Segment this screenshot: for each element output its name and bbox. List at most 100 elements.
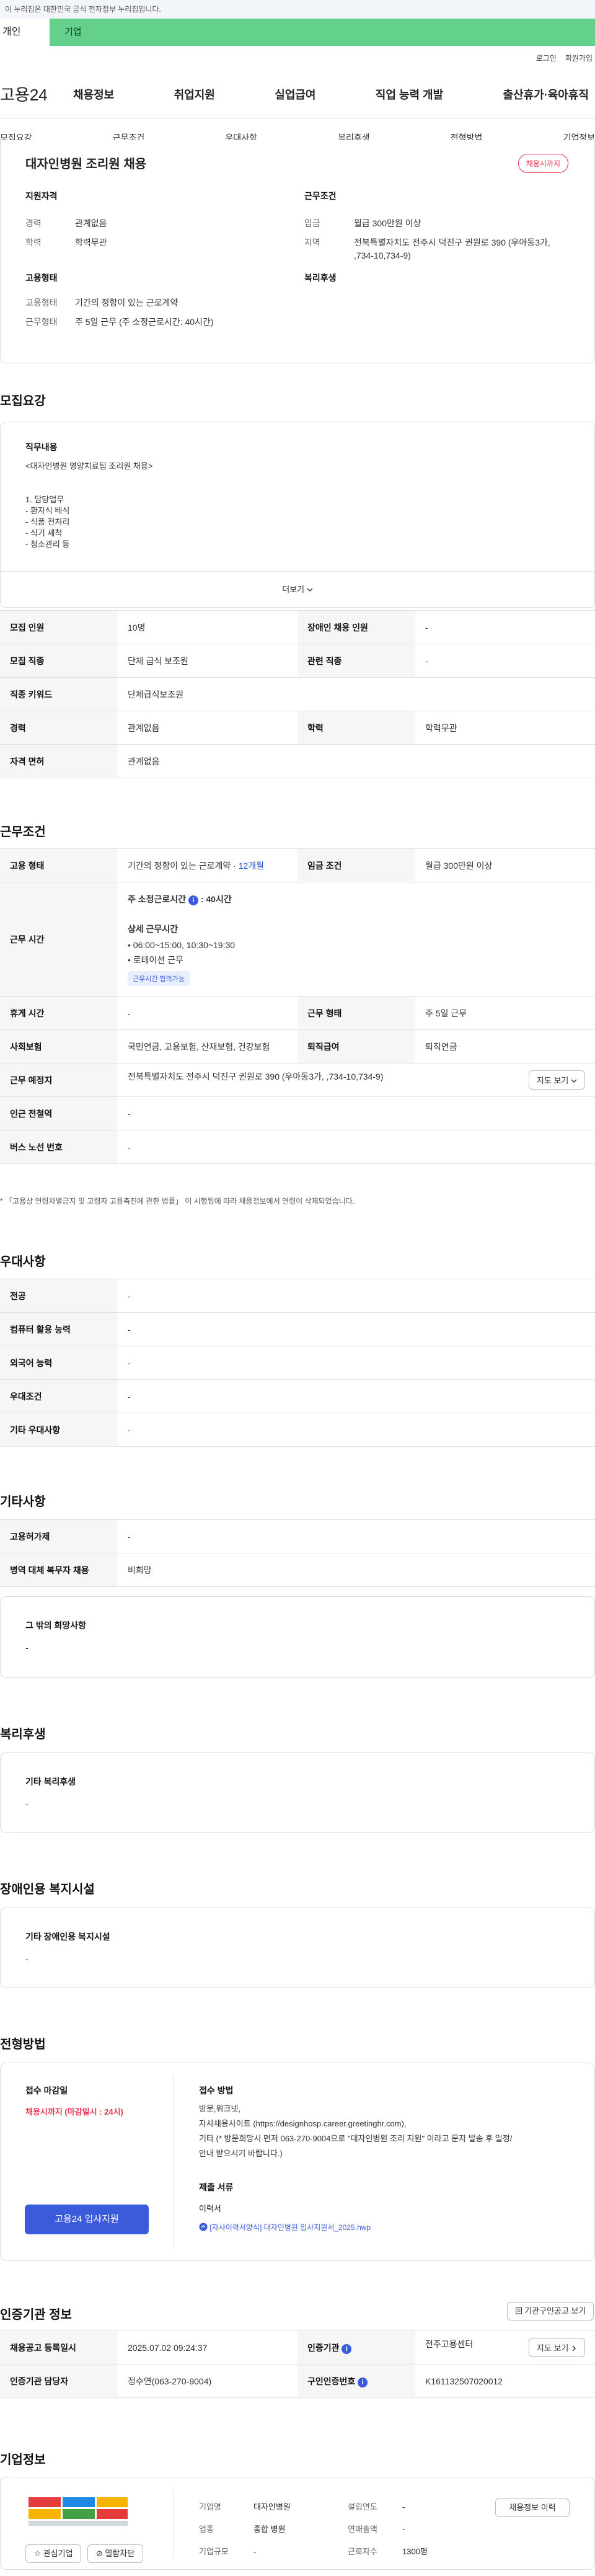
table-row: 휴게 시간 - 근무 형태 주 5일 근무 bbox=[0, 996, 595, 1030]
welfare-summary-heading: 복리후생 bbox=[304, 273, 337, 283]
recruit-history-button[interactable]: 채용정보 이력 bbox=[495, 2498, 570, 2517]
info-icon[interactable]: i bbox=[188, 895, 198, 905]
row-key: 우대조건 bbox=[0, 1379, 118, 1413]
condition-heading: 근무조건 bbox=[304, 191, 337, 201]
table-row: 인근 전철역 - bbox=[0, 1096, 595, 1130]
tab-company[interactable]: 기업 bbox=[50, 19, 595, 46]
table-row: 외국어 능력 - bbox=[0, 1346, 595, 1380]
qualification-heading: 지원자격 bbox=[25, 191, 58, 201]
row-value: K161132507020012 bbox=[415, 2364, 595, 2398]
row-value: 국민연금, 고용보험, 산재보험, 건강보험 bbox=[118, 1029, 298, 1064]
utility-links: 로그인 회원가입 bbox=[0, 46, 595, 69]
gnb-item-skill-dev[interactable]: 직업 능력 개발 bbox=[376, 86, 443, 102]
row-key: 구인인증번호 i bbox=[298, 2364, 415, 2398]
table-row: 우대조건 - bbox=[0, 1379, 595, 1413]
emp-key: 근무형태 bbox=[25, 317, 58, 327]
block-company-button[interactable]: ⊘ 열람차단 bbox=[87, 2544, 143, 2563]
row-key: 외국어 능력 bbox=[0, 1346, 118, 1380]
more-button[interactable]: 더보기 bbox=[1, 571, 594, 607]
row-value: - bbox=[415, 610, 595, 644]
duty-line: 1. 담당업무 bbox=[25, 495, 64, 504]
gnb-item-jobs[interactable]: 채용정보 bbox=[73, 86, 114, 102]
row-value: 단체 급식 보조원 bbox=[118, 644, 298, 678]
table-row: 근무 시간 주 소정근로시간 i : 40시간 상세 근무시간 • 06:00~… bbox=[0, 882, 595, 997]
row-key: 사회보험 bbox=[0, 1029, 118, 1064]
info-icon[interactable]: i bbox=[358, 2377, 368, 2387]
table-row: 근무 예정지 전북특별자치도 전주시 덕진구 권원로 390 (우아동3가, ,… bbox=[0, 1063, 595, 1097]
gnb-items: 채용정보 취업지원 실업급여 직업 능력 개발 출산휴가·육아휴직 bbox=[73, 86, 595, 102]
info-icon[interactable]: i bbox=[342, 2343, 352, 2354]
row-key: 장애인 채용 인원 bbox=[298, 610, 415, 644]
duty-line: - 청소관리 등 bbox=[25, 540, 70, 549]
process-section-title: 전형방법 bbox=[0, 2038, 46, 2051]
table-row: 기타 우대사항 - bbox=[0, 1413, 595, 1447]
etc-table: 고용허가제 - 병역 대체 복무자 채용 비희망 bbox=[0, 1519, 595, 1587]
cert-map-button[interactable]: 지도 보기 bbox=[528, 2337, 585, 2358]
work-table: 고용 형태 기간의 정함이 있는 근로계약 · 12개월 임금 조건 월급 30… bbox=[0, 848, 595, 1164]
map-button-label: 지도 보기 bbox=[536, 1075, 569, 1085]
org-key-label: 인증기관 bbox=[307, 2342, 340, 2353]
hours-main-label: 주 소정근로시간 bbox=[128, 894, 187, 904]
qual-value: 학력무관 bbox=[75, 238, 107, 247]
prefer-table: 전공 - 컴퓨터 활용 능력 - 외국어 능력 - 우대조건 - 기타 우대사항 - bbox=[0, 1279, 595, 1447]
row-value: - bbox=[118, 1379, 595, 1413]
agency-jobs-button[interactable]: 기관구인공고 보기 bbox=[507, 2302, 594, 2321]
gnb-item-parental-leave[interactable]: 출산휴가·육아휴직 bbox=[503, 86, 589, 102]
row-value: 주 5일 근무 bbox=[415, 996, 595, 1030]
row-value: 10명 bbox=[118, 610, 298, 644]
duty-line: <대자인병원 영양치료팀 조리원 채용> bbox=[25, 461, 153, 471]
row-value: 월급 300만원 이상 bbox=[415, 848, 595, 882]
global-nav: 고용24 채용정보 취업지원 실업급여 직업 능력 개발 출산휴가·육아휴직 bbox=[0, 69, 595, 119]
row-value: - bbox=[415, 644, 595, 678]
row-value: - bbox=[118, 1413, 595, 1447]
table-row: 전공 - bbox=[0, 1279, 595, 1313]
apply-button[interactable]: 고용24 입사지원 bbox=[25, 2205, 149, 2234]
duty-box: 직무내용 <대자인병원 영양치료팀 조리원 채용> 1. 담당업무 - 환자식 … bbox=[0, 422, 595, 608]
divider bbox=[173, 2076, 174, 2249]
welfare-summary-block: 복리후생 bbox=[304, 272, 337, 284]
emp-type-value: 기간의 정함이 있는 근로계약 bbox=[128, 860, 231, 871]
row-key: 근무 형태 bbox=[298, 996, 415, 1030]
duty-line: - 환자식 배식 bbox=[25, 506, 70, 515]
cert-map-label: 지도 보기 bbox=[536, 2343, 569, 2353]
login-link[interactable]: 로그인 bbox=[536, 53, 557, 63]
company-value: 종합 병원 bbox=[253, 2525, 286, 2534]
row-key: 모집 인원 bbox=[0, 610, 118, 644]
row-key: 버스 노선 번호 bbox=[0, 1130, 118, 1164]
map-button[interactable]: 지도 보기 bbox=[528, 1070, 585, 1090]
row-key: 모집 직종 bbox=[0, 644, 118, 678]
signup-link[interactable]: 회원가입 bbox=[565, 53, 593, 63]
deadline-heading: 접수 마감일 bbox=[25, 2085, 68, 2095]
cond-value: 전북특별자치도 전주시 덕진구 권원로 390 (우아동3가, ,734-10,… bbox=[354, 238, 550, 260]
emp-value: 주 5일 근무 (주 소정근로시간: 40시간) bbox=[75, 317, 214, 327]
other-wish-heading: 그 밖의 희망사항 bbox=[25, 1620, 86, 1630]
company-value: - bbox=[402, 2525, 405, 2534]
logo[interactable]: 고용24 bbox=[0, 82, 73, 105]
tab-personal[interactable]: 개인 bbox=[0, 19, 50, 46]
row-value: - bbox=[118, 1312, 595, 1346]
favorite-label: 관심기업 bbox=[43, 2549, 73, 2558]
chevron-down-icon bbox=[571, 1077, 577, 1086]
company-section-title: 기업정보 bbox=[0, 2453, 46, 2467]
gnb-item-unemployment-benefit[interactable]: 실업급여 bbox=[275, 86, 315, 102]
chevron-down-icon bbox=[307, 572, 313, 608]
disability-section-title: 장애인용 복지시설 bbox=[0, 1883, 95, 1896]
other-wish-value: - bbox=[25, 1643, 29, 1653]
employment-heading: 고용형태 bbox=[25, 273, 58, 283]
hours-main: 주 소정근로시간 i : 40시간 bbox=[128, 893, 585, 905]
welfare-value: - bbox=[25, 1799, 29, 1809]
block-icon: ⊘ bbox=[95, 2549, 103, 2558]
qual-value: 관계없음 bbox=[75, 218, 107, 228]
gnb-item-employment-support[interactable]: 취업지원 bbox=[174, 86, 215, 102]
hours-detail-line: • 로테이션 근무 bbox=[128, 954, 183, 965]
row-key: 인증기관 i bbox=[298, 2330, 415, 2365]
table-row: 모집 인원 10명 장애인 채용 인원 - bbox=[0, 610, 595, 644]
duty-heading: 직무내용 bbox=[25, 442, 58, 452]
row-key: 기타 우대사항 bbox=[0, 1413, 118, 1447]
row-value: - bbox=[118, 1096, 595, 1130]
page: 이 누리집은 대한민국 공식 전자정부 누리집입니다. 개인 기업 로그인 회원… bbox=[0, 0, 595, 2576]
favorite-company-button[interactable]: ☆ 관심기업 bbox=[25, 2544, 81, 2563]
row-value: 관계없음 bbox=[118, 711, 298, 745]
duty-line: - 식기 세척 bbox=[25, 528, 63, 538]
attachment-link[interactable]: [자사이력서양식] 대자인병원 입사지원서_2025.hwp bbox=[199, 2222, 371, 2233]
